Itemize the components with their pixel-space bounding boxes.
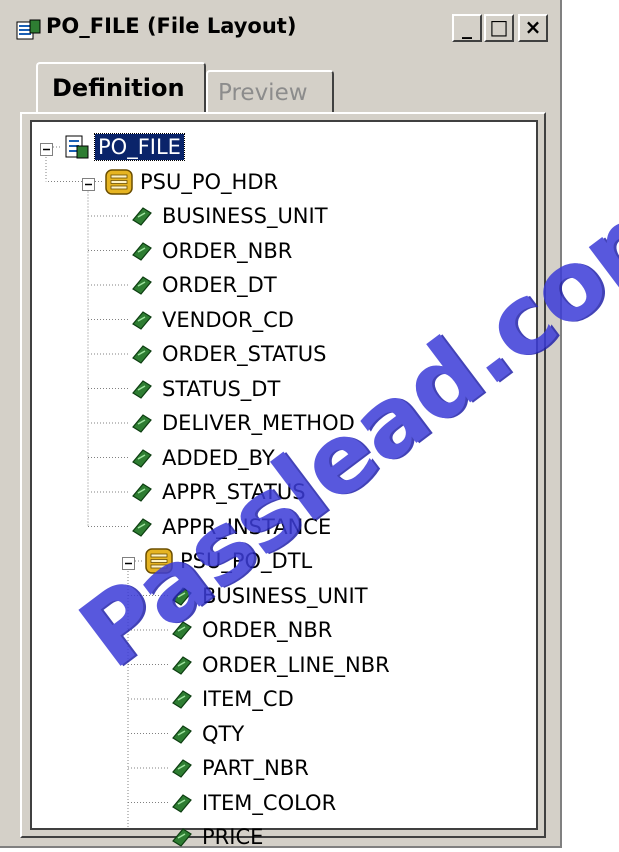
field-icon — [130, 447, 154, 473]
field-icon — [130, 309, 154, 335]
field-icon — [170, 757, 194, 783]
field-label[interactable]: ORDER_DT — [162, 272, 277, 298]
field-icon — [130, 412, 154, 438]
field-icon — [130, 378, 154, 404]
close-button[interactable]: × — [518, 14, 548, 42]
field-label[interactable]: ITEM_COLOR — [202, 790, 336, 816]
field-icon — [170, 826, 194, 852]
field-icon — [130, 481, 154, 507]
field-label[interactable]: QTY — [202, 721, 244, 747]
field-icon — [130, 274, 154, 300]
field-label[interactable]: ITEM_CD — [202, 686, 294, 712]
root-collapse-toggle[interactable] — [40, 141, 53, 160]
window-title: PO_FILE (File Layout) — [46, 14, 297, 38]
record-collapse-toggle[interactable] — [82, 176, 95, 195]
field-icon — [130, 343, 154, 369]
tab-definition[interactable]: Definition — [36, 62, 206, 118]
field-icon — [130, 240, 154, 266]
tree-root-label[interactable]: PO_FILE — [94, 133, 185, 161]
file-layout-icon — [64, 134, 90, 164]
tab-strip: Preview Definition — [6, 56, 556, 118]
file-layout-app-icon — [16, 19, 41, 40]
maximize-button[interactable]: □ — [484, 14, 514, 42]
minimize-button[interactable]: _ — [452, 14, 482, 42]
field-icon — [170, 792, 194, 818]
record-icon — [104, 168, 134, 200]
field-label[interactable]: BUSINESS_UNIT — [162, 203, 328, 229]
field-icon — [170, 654, 194, 680]
field-label[interactable]: VENDOR_CD — [162, 307, 294, 333]
field-label[interactable]: STATUS_DT — [162, 376, 280, 402]
tab-preview[interactable]: Preview — [206, 70, 334, 114]
field-icon — [170, 723, 194, 749]
field-icon — [170, 688, 194, 714]
tab-definition-label: Definition — [52, 74, 185, 102]
record-label[interactable]: PSU_PO_HDR — [140, 169, 278, 195]
field-label[interactable]: PART_NBR — [202, 755, 309, 781]
tab-preview-label: Preview — [218, 80, 308, 106]
field-icon — [130, 205, 154, 231]
field-label[interactable]: ORDER_NBR — [202, 617, 332, 643]
field-label[interactable]: ORDER_NBR — [162, 238, 292, 264]
field-label[interactable]: ORDER_LINE_NBR — [202, 652, 390, 678]
title-bar[interactable]: PO_FILE (File Layout) _ □ × — [6, 8, 556, 50]
field-label[interactable]: ORDER_STATUS — [162, 341, 326, 367]
field-label[interactable]: PRICE — [202, 824, 263, 850]
